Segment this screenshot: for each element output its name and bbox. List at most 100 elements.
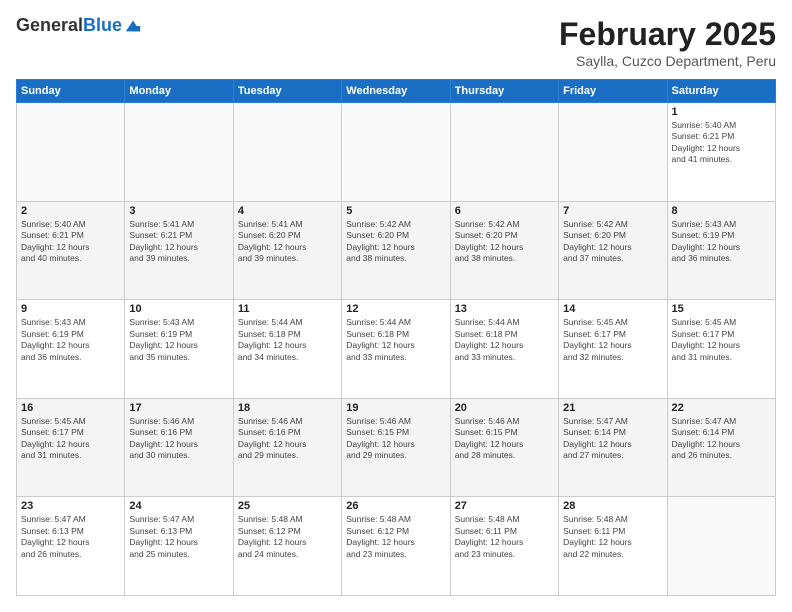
day-number: 24	[129, 500, 228, 512]
calendar-header-sunday: Sunday	[17, 80, 125, 103]
calendar-week-row: 2 Sunrise: 5:40 AM Sunset: 6:21 PM Daylig…	[17, 201, 776, 300]
calendar-header-monday: Monday	[125, 80, 233, 103]
calendar-cell: 28Sunrise: 5:48 AM Sunset: 6:11 PM Dayli…	[559, 497, 667, 596]
calendar-week-row: 16 Sunrise: 5:45 AM Sunset: 6:17 PM Dayli…	[17, 398, 776, 497]
calendar-cell: 22Sunrise: 5:47 AM Sunset: 6:14 PM Dayli…	[667, 398, 775, 497]
day-info: Sunrise: 5:46 AM Sunset: 6:16 PM Dayligh…	[129, 416, 228, 462]
calendar-cell: 6 Sunrise: 5:42 AM Sunset: 6:20 PM Daylig…	[450, 201, 558, 300]
calendar-header-saturday: Saturday	[667, 80, 775, 103]
calendar-table: SundayMondayTuesdayWednesdayThursdayFrid…	[16, 79, 776, 596]
calendar-cell	[17, 103, 125, 202]
calendar-header-wednesday: Wednesday	[342, 80, 450, 103]
day-info: Sunrise: 5:40 AM Sunset: 6:21 PM Dayligh…	[21, 219, 120, 265]
day-number: 7	[563, 205, 662, 217]
day-info: Sunrise: 5:48 AM Sunset: 6:12 PM Dayligh…	[238, 514, 337, 560]
calendar-cell	[233, 103, 341, 202]
calendar-cell: 14 Sunrise: 5:45 AM Sunset: 6:17 PM Dayli…	[559, 300, 667, 399]
day-info: Sunrise: 5:43 AM Sunset: 6:19 PM Dayligh…	[672, 219, 771, 265]
day-number: 27	[455, 500, 554, 512]
day-number: 3	[129, 205, 228, 217]
calendar-header-tuesday: Tuesday	[233, 80, 341, 103]
calendar-cell: 25 Sunrise: 5:48 AM Sunset: 6:12 PM Dayli…	[233, 497, 341, 596]
calendar-cell: 8 Sunrise: 5:43 AM Sunset: 6:19 PM Daylig…	[667, 201, 775, 300]
day-number: 2	[21, 205, 120, 217]
calendar-cell: 20Sunrise: 5:46 AM Sunset: 6:15 PM Dayli…	[450, 398, 558, 497]
calendar-cell: 24 Sunrise: 5:47 AM Sunset: 6:13 PM Dayli…	[125, 497, 233, 596]
day-info: Sunrise: 5:46 AM Sunset: 6:16 PM Dayligh…	[238, 416, 337, 462]
day-info: Sunrise: 5:40 AM Sunset: 6:21 PM Dayligh…	[672, 120, 771, 166]
day-number: 11	[238, 303, 337, 315]
calendar-cell: 4Sunrise: 5:41 AM Sunset: 6:20 PM Daylig…	[233, 201, 341, 300]
calendar-cell: 12 Sunrise: 5:44 AM Sunset: 6:18 PM Dayli…	[342, 300, 450, 399]
day-info: Sunrise: 5:43 AM Sunset: 6:19 PM Dayligh…	[129, 317, 228, 363]
day-number: 23	[21, 500, 120, 512]
day-number: 16	[21, 402, 120, 414]
calendar-cell	[559, 103, 667, 202]
calendar-cell: 13 Sunrise: 5:44 AM Sunset: 6:18 PM Dayli…	[450, 300, 558, 399]
day-info: Sunrise: 5:44 AM Sunset: 6:18 PM Dayligh…	[455, 317, 554, 363]
calendar-cell: 26Sunrise: 5:48 AM Sunset: 6:12 PM Dayli…	[342, 497, 450, 596]
day-info: Sunrise: 5:48 AM Sunset: 6:11 PM Dayligh…	[455, 514, 554, 560]
day-number: 1	[672, 106, 771, 118]
logo: GeneralBlue	[16, 16, 142, 36]
logo-icon	[124, 17, 142, 35]
day-info: Sunrise: 5:42 AM Sunset: 6:20 PM Dayligh…	[563, 219, 662, 265]
month-title: February 2025	[559, 16, 776, 53]
day-info: Sunrise: 5:42 AM Sunset: 6:20 PM Dayligh…	[346, 219, 445, 265]
calendar-cell	[667, 497, 775, 596]
calendar-header-row: SundayMondayTuesdayWednesdayThursdayFrid…	[17, 80, 776, 103]
calendar-cell: 10 Sunrise: 5:43 AM Sunset: 6:19 PM Dayli…	[125, 300, 233, 399]
calendar-cell: 7 Sunrise: 5:42 AM Sunset: 6:20 PM Daylig…	[559, 201, 667, 300]
calendar-cell: 16 Sunrise: 5:45 AM Sunset: 6:17 PM Dayli…	[17, 398, 125, 497]
calendar-cell	[125, 103, 233, 202]
location-title: Saylla, Cuzco Department, Peru	[559, 53, 776, 69]
calendar-week-row: 1 Sunrise: 5:40 AM Sunset: 6:21 PM Daylig…	[17, 103, 776, 202]
day-number: 22	[672, 402, 771, 414]
calendar-cell: 11 Sunrise: 5:44 AM Sunset: 6:18 PM Dayli…	[233, 300, 341, 399]
calendar-cell: 17 Sunrise: 5:46 AM Sunset: 6:16 PM Dayli…	[125, 398, 233, 497]
calendar-cell: 15 Sunrise: 5:45 AM Sunset: 6:17 PM Dayli…	[667, 300, 775, 399]
day-info: Sunrise: 5:42 AM Sunset: 6:20 PM Dayligh…	[455, 219, 554, 265]
day-number: 12	[346, 303, 445, 315]
day-number: 17	[129, 402, 228, 414]
day-info: Sunrise: 5:47 AM Sunset: 6:13 PM Dayligh…	[21, 514, 120, 560]
page: GeneralBlue February 2025 Saylla, Cuzco …	[0, 0, 792, 612]
day-info: Sunrise: 5:45 AM Sunset: 6:17 PM Dayligh…	[672, 317, 771, 363]
day-number: 14	[563, 303, 662, 315]
calendar-cell	[450, 103, 558, 202]
calendar-header-friday: Friday	[559, 80, 667, 103]
day-number: 10	[129, 303, 228, 315]
calendar-cell: 18 Sunrise: 5:46 AM Sunset: 6:16 PM Dayli…	[233, 398, 341, 497]
day-number: 13	[455, 303, 554, 315]
calendar-cell: 21 Sunrise: 5:47 AM Sunset: 6:14 PM Dayli…	[559, 398, 667, 497]
day-number: 25	[238, 500, 337, 512]
day-info: Sunrise: 5:45 AM Sunset: 6:17 PM Dayligh…	[21, 416, 120, 462]
day-number: 18	[238, 402, 337, 414]
day-info: Sunrise: 5:44 AM Sunset: 6:18 PM Dayligh…	[346, 317, 445, 363]
logo-general: GeneralBlue	[16, 16, 122, 36]
calendar-week-row: 9 Sunrise: 5:43 AM Sunset: 6:19 PM Daylig…	[17, 300, 776, 399]
calendar-cell: 9Sunrise: 5:43 AM Sunset: 6:19 PM Daylig…	[17, 300, 125, 399]
day-number: 9	[21, 303, 120, 315]
day-number: 21	[563, 402, 662, 414]
calendar-cell: 27 Sunrise: 5:48 AM Sunset: 6:11 PM Dayli…	[450, 497, 558, 596]
title-block: February 2025 Saylla, Cuzco Department, …	[559, 16, 776, 69]
calendar-cell: 2 Sunrise: 5:40 AM Sunset: 6:21 PM Daylig…	[17, 201, 125, 300]
day-number: 15	[672, 303, 771, 315]
day-info: Sunrise: 5:47 AM Sunset: 6:14 PM Dayligh…	[563, 416, 662, 462]
day-number: 26	[346, 500, 445, 512]
day-number: 28	[563, 500, 662, 512]
day-number: 8	[672, 205, 771, 217]
day-number: 4	[238, 205, 337, 217]
calendar-cell: 3Sunrise: 5:41 AM Sunset: 6:21 PM Daylig…	[125, 201, 233, 300]
day-number: 5	[346, 205, 445, 217]
calendar-cell	[342, 103, 450, 202]
calendar-cell: 5 Sunrise: 5:42 AM Sunset: 6:20 PM Daylig…	[342, 201, 450, 300]
day-info: Sunrise: 5:46 AM Sunset: 6:15 PM Dayligh…	[346, 416, 445, 462]
day-info: Sunrise: 5:45 AM Sunset: 6:17 PM Dayligh…	[563, 317, 662, 363]
calendar-header-thursday: Thursday	[450, 80, 558, 103]
day-info: Sunrise: 5:44 AM Sunset: 6:18 PM Dayligh…	[238, 317, 337, 363]
day-number: 6	[455, 205, 554, 217]
day-info: Sunrise: 5:46 AM Sunset: 6:15 PM Dayligh…	[455, 416, 554, 462]
day-info: Sunrise: 5:47 AM Sunset: 6:13 PM Dayligh…	[129, 514, 228, 560]
